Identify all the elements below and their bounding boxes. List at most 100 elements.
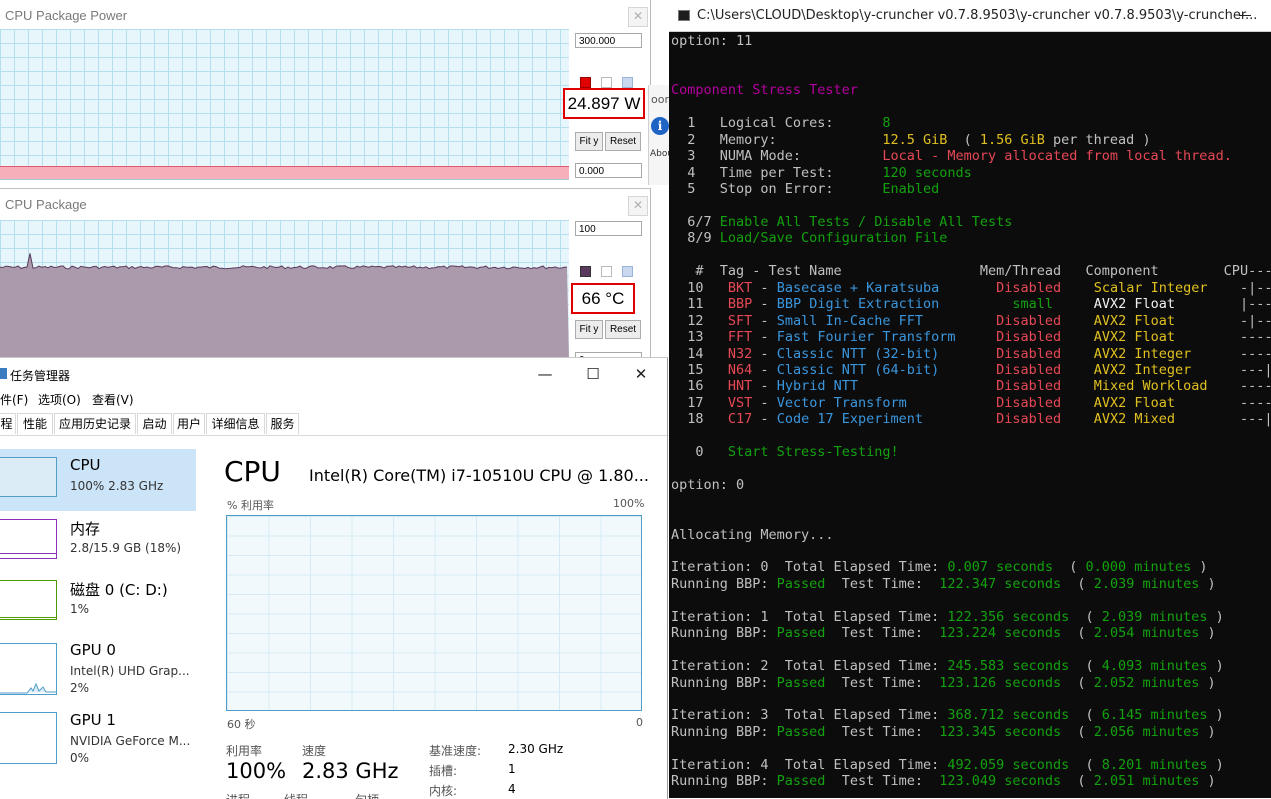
console-line: 12 SFT - Small In-Cache FFT Disabled AVX…	[671, 312, 1271, 329]
console-title: C:\Users\CLOUD\Desktop\y-cruncher v0.7.8…	[697, 8, 1258, 23]
console-line: 10 BKT - Basecase + Karatsuba Disabled S…	[671, 279, 1271, 296]
sidebar-item-label: GPU 1	[70, 711, 116, 729]
temp-graph-fill	[0, 253, 569, 359]
sidebar-item-sub: NVIDIA GeForce M...	[70, 734, 191, 748]
console-line: 4 Time per Test: 120 seconds	[671, 164, 972, 181]
cpu-usage-graph	[226, 515, 642, 711]
temp-color-swatch-icon[interactable]	[580, 266, 591, 277]
graph-max-label: 100%	[613, 497, 645, 510]
gpu0-thumbnail	[0, 643, 57, 695]
task-manager-window: 任务管理器 — ☐ ✕ 件(F) 选项(O) 查看(V) 程 性能 应用历史记录…	[0, 357, 668, 799]
temp-max-field[interactable]: 100	[575, 221, 642, 236]
console-line: Running BBP: Passed Test Time: 123.126 s…	[671, 674, 1216, 691]
cpu-model-name: Intel(R) Core(TM) i7-10510U CPU @ 1.80..…	[309, 466, 649, 485]
sidebar-item-disk[interactable]: 磁盘 0 (C: D:) 1%	[0, 572, 196, 634]
console-line: 16 HNT - Hybrid NTT Disabled Mixed Workl…	[671, 378, 1271, 395]
power-max-field[interactable]: 300.000	[575, 33, 642, 48]
console-line: 2 Memory: 12.5 GiB ( 1.56 GiB per thread…	[671, 131, 1151, 148]
power-graph-window: CPU Package Power ✕ 300.000 24.897 W Fit…	[0, 0, 651, 185]
tab-performance[interactable]: 性能	[17, 413, 53, 435]
maximize-button[interactable]: ☐	[570, 360, 616, 388]
sidebar-item-sub: Intel(R) UHD Grap...	[70, 664, 190, 678]
tab-app-history[interactable]: 应用历史记录	[54, 413, 136, 434]
sidebar-item-cpu[interactable]: CPU 100% 2.83 GHz	[0, 449, 196, 511]
tab-startup[interactable]: 启动	[137, 413, 172, 434]
console-line: 15 N64 - Classic NTT (64-bit) Disabled A…	[671, 362, 1271, 378]
tab-processes[interactable]: 程	[0, 413, 16, 434]
tab-details[interactable]: 详细信息	[206, 413, 265, 434]
console-line: Running BBP: Passed Test Time: 123.049 s…	[671, 773, 1216, 790]
sockets-value: 1	[508, 762, 516, 776]
console-line: Iteration: 4 Total Elapsed Time: 492.059…	[671, 756, 1224, 773]
console-line: 5 Stop on Error: Enabled	[671, 181, 940, 197]
sidebar-item-gpu0[interactable]: GPU 0 Intel(R) UHD Grap... 2%	[0, 634, 196, 696]
minimize-button[interactable]: —	[522, 360, 568, 388]
cores-label: 内核:	[429, 784, 458, 798]
sidebar-item-sub: 2.8/15.9 GB (18%)	[70, 541, 182, 555]
power-color-swatch-icon[interactable]	[580, 77, 591, 88]
power-graph-fill	[0, 166, 569, 179]
power-fit-y-button[interactable]: Fit y	[575, 132, 603, 151]
temp-toggle-box-2-icon[interactable]	[622, 266, 633, 277]
base-speed-label: 基准速度:	[429, 744, 482, 758]
cores-value: 4	[508, 782, 516, 796]
console-app-icon	[678, 10, 690, 21]
sidebar-item-sub2: 0%	[70, 751, 90, 765]
console-line: 6/7 Enable All Tests / Disable All Tests	[671, 213, 1013, 230]
console-line: Iteration: 3 Total Elapsed Time: 368.712…	[671, 707, 1224, 724]
console-line: option: 11	[671, 33, 753, 49]
background-fragment-text: oor	[651, 93, 669, 106]
temp-window-title: CPU Package	[5, 197, 87, 212]
sidebar-item-gpu1[interactable]: GPU 1 NVIDIA GeForce M... 0%	[0, 704, 196, 766]
console-line: 17 VST - Vector Transform Disabled AVX2 …	[671, 394, 1271, 411]
console-line: option: 0	[671, 477, 745, 494]
power-toggle-box-icon[interactable]	[601, 77, 612, 88]
temp-toggle-box-icon[interactable]	[601, 266, 612, 277]
sidebar-item-label: 内存	[70, 520, 101, 538]
menu-view[interactable]: 查看(V)	[92, 391, 134, 408]
utilization-axis-label: % 利用率	[227, 499, 274, 512]
console-line: Allocating Memory...	[671, 526, 834, 543]
console-line: 3 NUMA Mode: Local - Memory allocated fr…	[671, 148, 1232, 165]
sidebar-item-sub: 100% 2.83 GHz	[70, 479, 164, 493]
temp-graph-area-fill	[0, 253, 569, 359]
close-button[interactable]: ✕	[618, 360, 664, 388]
tab-users[interactable]: 用户	[173, 413, 205, 434]
graph-min-label: 0	[636, 716, 643, 729]
sockets-label: 插槽:	[429, 764, 458, 778]
gpu0-sparkline	[0, 682, 56, 694]
console-line: 0 Start Stress-Testing!	[671, 444, 899, 461]
temp-window-close-button[interactable]: ✕	[628, 196, 648, 216]
tab-services[interactable]: 服务	[266, 413, 299, 434]
power-reset-button[interactable]: Reset	[605, 132, 641, 151]
power-buttons: Fit y Reset	[575, 132, 643, 151]
temp-graph-window: CPU Package ✕ 100 66 °C Fit y Reset 0	[0, 188, 651, 367]
power-min-field[interactable]: 0.000	[575, 163, 642, 178]
console-titlebar: C:\Users\CLOUD\Desktop\y-cruncher v0.7.8…	[669, 0, 1271, 32]
console-line: 1 Logical Cores: 8	[671, 115, 891, 132]
console-minimize-button[interactable]	[1239, 15, 1251, 16]
base-speed-value: 2.30 GHz	[508, 742, 564, 756]
sidebar-item-memory[interactable]: 内存 2.8/15.9 GB (18%)	[0, 511, 196, 573]
sidebar-item-label: CPU	[70, 456, 101, 474]
temp-fit-y-button[interactable]: Fit y	[575, 320, 603, 339]
speed-value: 2.83 GHz	[302, 759, 399, 783]
menu-file[interactable]: 件(F)	[0, 391, 28, 408]
power-window-close-button[interactable]: ✕	[628, 7, 648, 27]
menu-options[interactable]: 选项(O)	[38, 391, 81, 408]
console-line: 18 C17 - Code 17 Experiment Disabled AVX…	[671, 411, 1271, 428]
temp-graph-area	[0, 220, 569, 360]
power-graph-area	[0, 29, 569, 180]
console-line: 14 N32 - Classic NTT (32-bit) Disabled A…	[671, 345, 1271, 362]
power-toggle-box-2-icon[interactable]	[622, 77, 633, 88]
utilization-label: 利用率	[226, 744, 263, 758]
temp-reset-button[interactable]: Reset	[605, 320, 641, 339]
y-cruncher-console-window: C:\Users\CLOUD\Desktop\y-cruncher v0.7.8…	[669, 0, 1271, 798]
disk-thumbnail	[0, 580, 57, 620]
console-line: Iteration: 0 Total Elapsed Time: 0.007 s…	[671, 559, 1208, 576]
temp-buttons: Fit y Reset	[575, 320, 643, 339]
console-line: 11 BBP - BBP Digit Extraction small AVX2…	[671, 296, 1271, 313]
gpu1-thumbnail	[0, 712, 57, 764]
console-line: Running BBP: Passed Test Time: 123.345 s…	[671, 723, 1216, 740]
task-manager-title: 任务管理器	[10, 369, 71, 383]
